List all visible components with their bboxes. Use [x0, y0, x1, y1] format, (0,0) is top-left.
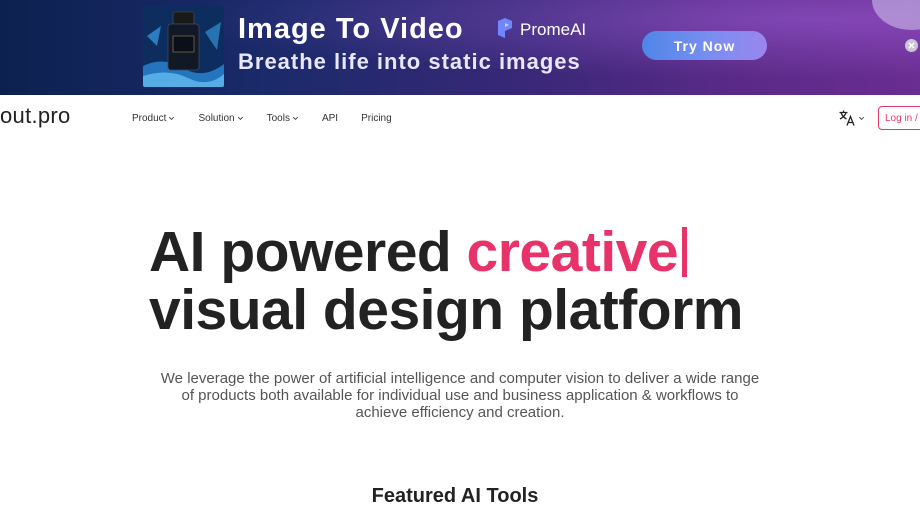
translate-icon	[839, 110, 855, 126]
close-icon[interactable]	[905, 39, 918, 52]
ad-title: Image To Video	[238, 13, 464, 45]
language-selector[interactable]	[838, 109, 865, 127]
ad-corner-decoration	[872, 0, 920, 30]
ad-brand-label: PromeAI	[520, 20, 587, 39]
ad-product-image	[143, 6, 224, 87]
hero-description: We leverage the power of artificial inte…	[160, 370, 760, 421]
login-button[interactable]: Log in /	[878, 106, 920, 130]
ad-banner[interactable]: Image To Video Breathe life into static …	[0, 0, 920, 95]
promeai-logo-icon	[496, 17, 514, 43]
nav-menu: Product Solution Tools API Pricing	[132, 95, 415, 141]
typing-caret	[682, 227, 688, 277]
nav-item-tools[interactable]: Tools	[267, 113, 299, 124]
try-now-button[interactable]: Try Now	[642, 31, 767, 60]
featured-tools-title: Featured AI Tools	[371, 485, 539, 507]
ad-subtitle: Breathe life into static images	[238, 49, 581, 74]
chevron-down-icon	[292, 116, 298, 120]
hero-headline-accent: creative	[466, 220, 679, 284]
site-logo[interactable]: out.pro	[0, 103, 71, 129]
hero-headline-prefix: AI powered	[149, 220, 467, 284]
nav-item-label: Tools	[266, 112, 290, 124]
chevron-down-icon	[237, 116, 243, 120]
hero-headline-line1: AI powered creative	[149, 220, 688, 284]
nav-item-label: API	[321, 112, 339, 124]
nav-item-api[interactable]: API	[322, 113, 338, 124]
nav-item-label: Solution	[198, 112, 235, 124]
hero-headline-line2: visual design platform	[149, 278, 743, 342]
nav-item-product[interactable]: Product	[132, 113, 175, 124]
nav-item-pricing[interactable]: Pricing	[361, 113, 392, 124]
nav-item-label: Pricing	[361, 112, 392, 124]
top-navigation: out.pro Product Solution Tools API Prici…	[0, 95, 920, 141]
ad-brand: PromeAI	[496, 17, 587, 43]
nav-item-label: Product	[132, 112, 167, 124]
chevron-down-icon	[169, 116, 175, 120]
chevron-down-icon	[859, 116, 864, 120]
nav-item-solution[interactable]: Solution	[198, 113, 243, 124]
